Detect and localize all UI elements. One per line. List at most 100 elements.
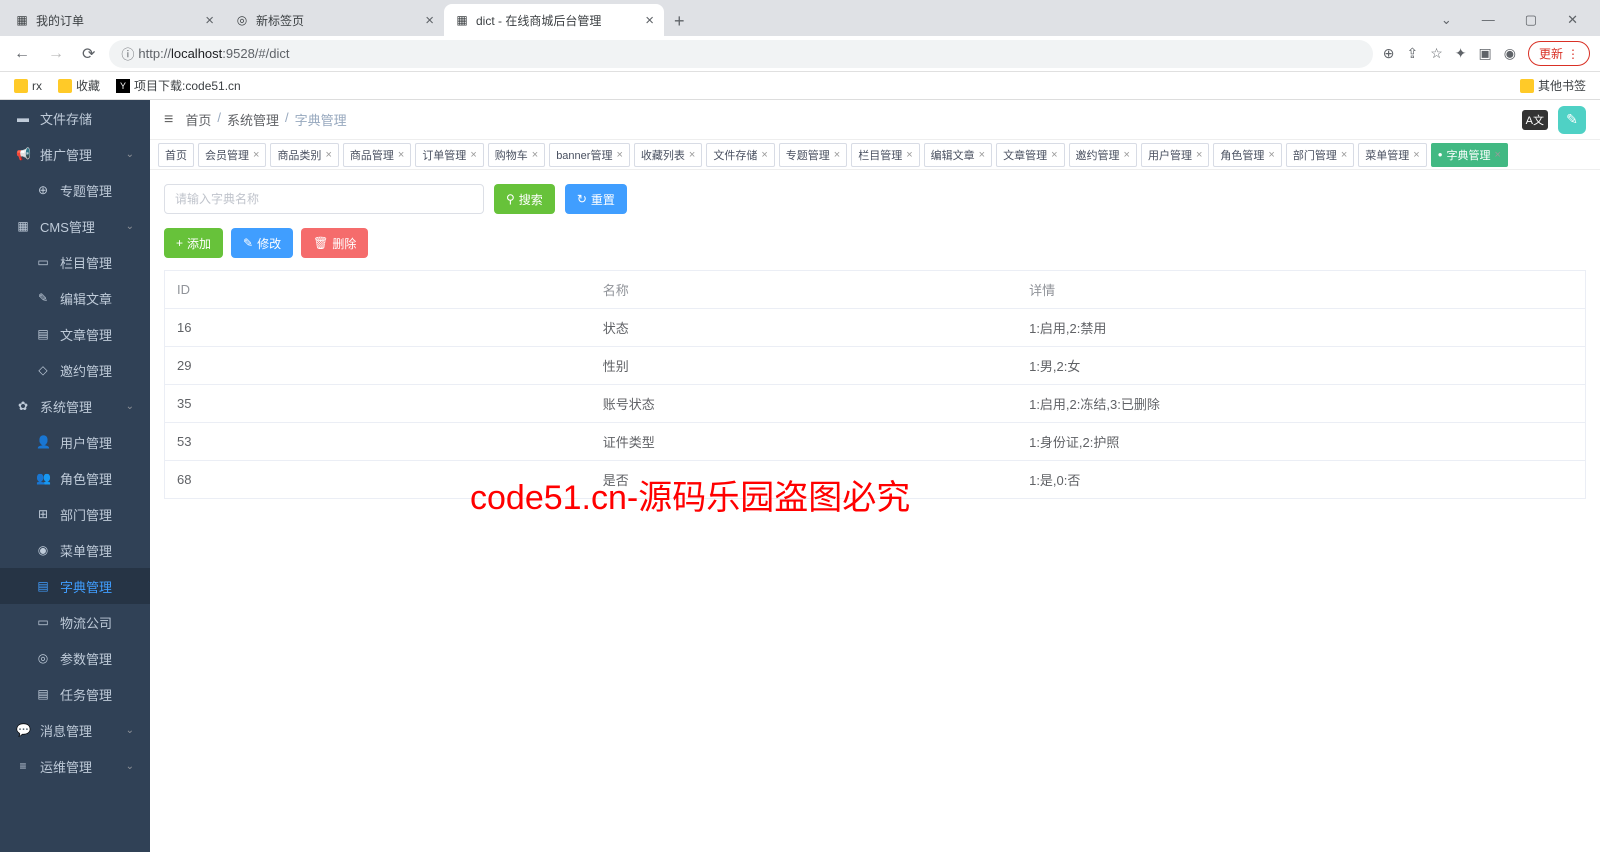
search-button[interactable]: ⚲搜索 [494, 184, 555, 214]
close-icon[interactable]: × [532, 149, 538, 161]
bookmark-fav[interactable]: 收藏 [58, 77, 100, 94]
avatar[interactable]: ✎ [1558, 106, 1586, 134]
folder-icon: ▬ [16, 111, 30, 125]
forward-button[interactable]: → [44, 41, 68, 67]
browser-tab-dict[interactable]: ▦ dict - 在线商城后台管理 × [444, 4, 664, 36]
view-tab[interactable]: 邀约管理× [1069, 143, 1137, 167]
new-tab-button[interactable]: + [664, 7, 695, 36]
sidebar-item-message[interactable]: 💬消息管理⌄ [0, 712, 150, 748]
close-icon[interactable]: × [398, 149, 404, 161]
sidebar-item-topic[interactable]: ⊕专题管理 [0, 172, 150, 208]
view-tab[interactable]: 专题管理× [779, 143, 847, 167]
close-icon[interactable]: × [470, 149, 476, 161]
close-icon[interactable]: × [1051, 149, 1057, 161]
language-switch[interactable]: A文 [1522, 110, 1548, 130]
view-tab[interactable]: 字典管理× [1431, 143, 1508, 167]
table-row[interactable]: 53证件类型1:身份证,2:护照 [165, 423, 1586, 461]
search-icon[interactable]: ⊕ [1383, 45, 1395, 62]
window-close[interactable]: ✕ [1561, 10, 1584, 30]
bookmark-rx[interactable]: rx [14, 79, 42, 93]
window-maximize[interactable]: ▢ [1519, 10, 1543, 30]
sidebar-item-dict[interactable]: ▤字典管理 [0, 568, 150, 604]
close-icon[interactable]: × [1341, 149, 1347, 161]
sidebar-item-task[interactable]: ▤任务管理 [0, 676, 150, 712]
view-tab[interactable]: 菜单管理× [1358, 143, 1426, 167]
reload-button[interactable]: ⟳ [78, 40, 99, 68]
close-icon[interactable]: × [906, 149, 912, 161]
view-tab[interactable]: 用户管理× [1141, 143, 1209, 167]
profile-icon[interactable]: ◉ [1504, 45, 1516, 62]
share-icon[interactable]: ⇪ [1407, 45, 1419, 62]
breadcrumb-system[interactable]: 系统管理 [227, 110, 279, 129]
sidebar-item-system[interactable]: ✿系统管理⌄ [0, 388, 150, 424]
hamburger-icon[interactable]: ≡ [164, 111, 173, 129]
close-icon[interactable]: × [1495, 149, 1501, 161]
close-icon[interactable]: × [616, 149, 622, 161]
view-tab[interactable]: 收藏列表× [634, 143, 702, 167]
table-row[interactable]: 35账号状态1:启用,2:冻结,3:已删除 [165, 385, 1586, 423]
close-icon[interactable]: × [197, 12, 214, 29]
view-tab[interactable]: 订单管理× [415, 143, 483, 167]
sidebar-item-ops[interactable]: ≡运维管理⌄ [0, 748, 150, 784]
close-icon[interactable]: × [979, 149, 985, 161]
sidebar-item-promotion[interactable]: 📢推广管理⌄ [0, 136, 150, 172]
edit-button[interactable]: ✎修改 [231, 228, 293, 258]
table-row[interactable]: 68是否1:是,0:否 [165, 461, 1586, 499]
reset-button[interactable]: ↻重置 [565, 184, 627, 214]
sidebar-item-invite[interactable]: ◇邀约管理 [0, 352, 150, 388]
view-tab[interactable]: 文章管理× [996, 143, 1064, 167]
close-icon[interactable]: × [253, 149, 259, 161]
close-icon[interactable]: × [689, 149, 695, 161]
close-icon[interactable]: × [1196, 149, 1202, 161]
sidebar-item-menu[interactable]: ◉菜单管理 [0, 532, 150, 568]
delete-button[interactable]: 🗑删除 [301, 228, 368, 258]
bookmark-other[interactable]: 其他书签 [1520, 77, 1586, 94]
sidebar-item-user[interactable]: 👤用户管理 [0, 424, 150, 460]
sidebar-item-file-storage[interactable]: ▬文件存储 [0, 100, 150, 136]
view-tab[interactable]: banner管理× [549, 143, 630, 167]
close-icon[interactable]: × [1124, 149, 1130, 161]
view-tab[interactable]: 首页 [158, 143, 194, 167]
view-tab[interactable]: 部门管理× [1286, 143, 1354, 167]
address-bar[interactable]: ⓘ http://localhost:9528/#/dict [109, 40, 1372, 68]
view-tab[interactable]: 编辑文章× [924, 143, 992, 167]
sidebar-item-cms[interactable]: ▦CMS管理⌄ [0, 208, 150, 244]
sidepanel-icon[interactable]: ▣ [1479, 45, 1492, 62]
star-icon[interactable]: ☆ [1430, 45, 1443, 62]
sidebar-item-edit-article[interactable]: ✎编辑文章 [0, 280, 150, 316]
close-icon[interactable]: × [637, 12, 654, 29]
view-tab[interactable]: 商品管理× [343, 143, 411, 167]
bookmark-download[interactable]: Y项目下载:code51.cn [116, 77, 241, 94]
close-icon[interactable]: × [761, 149, 767, 161]
close-icon[interactable]: × [1268, 149, 1274, 161]
view-tab[interactable]: 文件存储× [706, 143, 774, 167]
back-button[interactable]: ← [10, 41, 34, 67]
close-icon[interactable]: × [1413, 149, 1419, 161]
sidebar-item-param[interactable]: ◎参数管理 [0, 640, 150, 676]
add-button[interactable]: +添加 [164, 228, 223, 258]
browser-tab-orders[interactable]: ▦ 我的订单 × [4, 4, 224, 36]
view-tab[interactable]: 角色管理× [1213, 143, 1281, 167]
sidebar-item-article[interactable]: ▤文章管理 [0, 316, 150, 352]
breadcrumb-home[interactable]: 首页 [185, 110, 211, 129]
close-icon[interactable]: × [325, 149, 331, 161]
site-info-icon[interactable]: ⓘ [121, 44, 134, 63]
sidebar-item-express[interactable]: ▭物流公司 [0, 604, 150, 640]
update-button[interactable]: 更新⋮ [1528, 41, 1590, 66]
browser-tab-new[interactable]: ◎ 新标签页 × [224, 4, 444, 36]
view-tab[interactable]: 栏目管理× [851, 143, 919, 167]
sidebar-item-role[interactable]: 👥角色管理 [0, 460, 150, 496]
window-minimize[interactable]: — [1476, 10, 1501, 30]
sidebar-item-column[interactable]: ▭栏目管理 [0, 244, 150, 280]
sidebar-item-dept[interactable]: ⊞部门管理 [0, 496, 150, 532]
search-input[interactable] [164, 184, 484, 214]
extensions-icon[interactable]: ✦ [1455, 45, 1467, 62]
table-row[interactable]: 29性别1:男,2:女 [165, 347, 1586, 385]
view-tab[interactable]: 商品类别× [270, 143, 338, 167]
window-dropdown[interactable]: ⌄ [1435, 10, 1458, 30]
table-row[interactable]: 16状态1:启用,2:禁用 [165, 309, 1586, 347]
view-tab[interactable]: 会员管理× [198, 143, 266, 167]
close-icon[interactable]: × [834, 149, 840, 161]
close-icon[interactable]: × [417, 12, 434, 29]
view-tab[interactable]: 购物车× [488, 143, 545, 167]
